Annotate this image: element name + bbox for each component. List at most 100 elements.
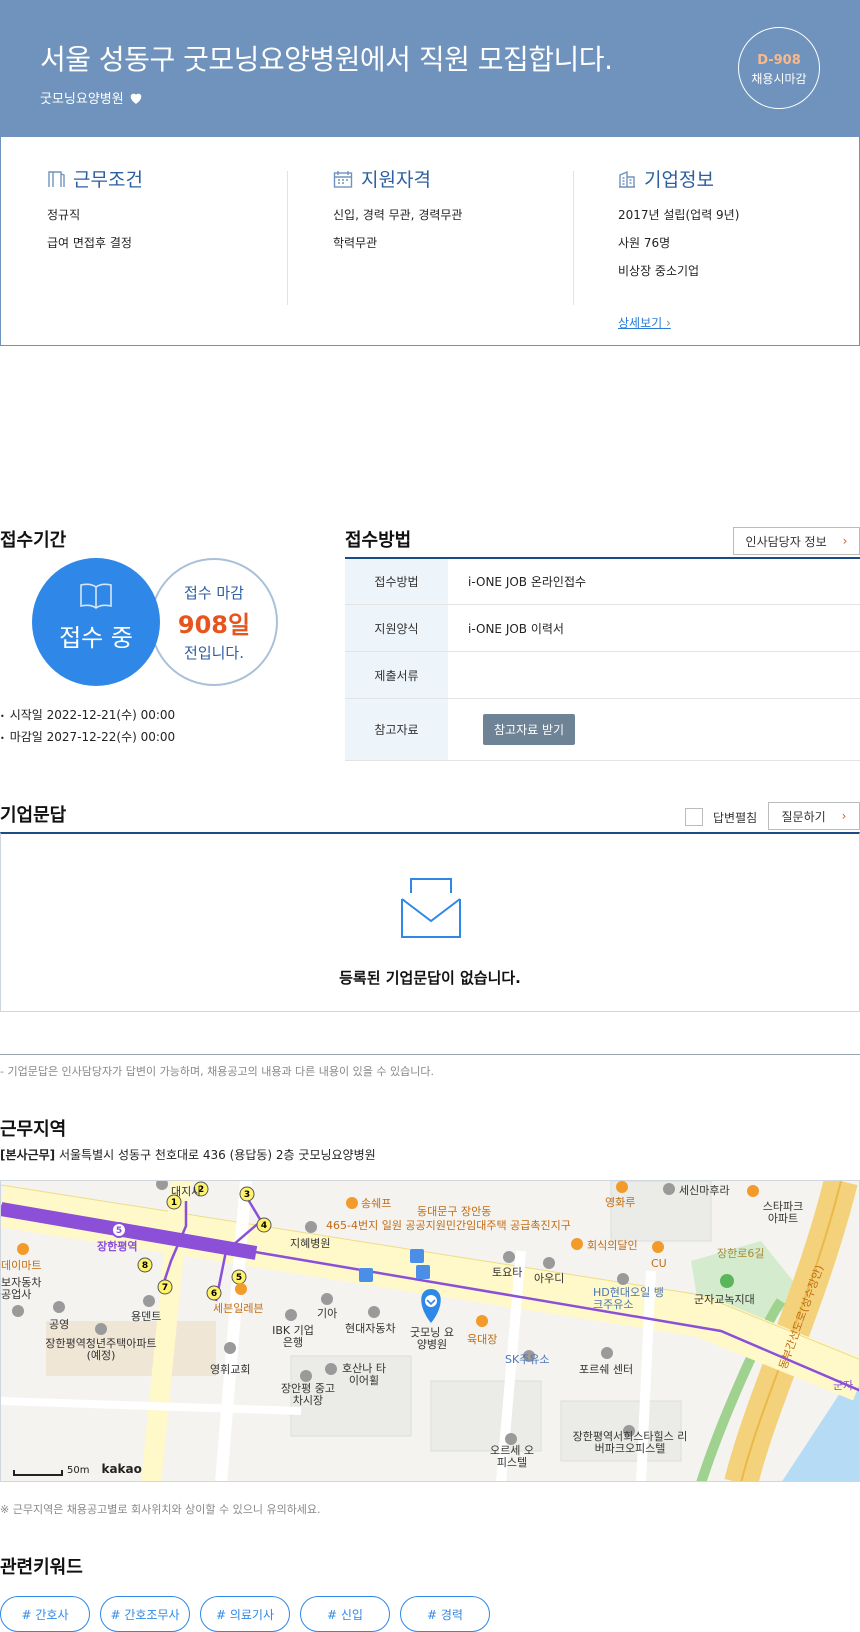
job-title: 서울 성동구 굿모닝요양병원에서 직원 모집합니다.: [40, 43, 613, 76]
map-label: 세신마후라: [679, 1184, 730, 1197]
row-key: 지원양식: [345, 605, 448, 651]
divider: [573, 171, 574, 305]
map-label: 호산나 타이어휠: [342, 1362, 386, 1387]
table-row: 참고자료 참고자료 받기: [345, 699, 860, 761]
map-label: 동대문구 장안동: [417, 1205, 492, 1218]
map-label: 대지사: [171, 1185, 202, 1198]
period-title: 접수기간: [0, 530, 67, 551]
end-date: 마감일 2027-12-22(수) 00:00: [0, 728, 175, 745]
map-labels: 장한평역 대지사 지혜병원 465-4번지 일원 공공지원민간임대주택 공급촉진…: [1, 1181, 859, 1481]
work-salary: 급여 면접후 결정: [47, 236, 132, 250]
table-row: 접수방법 i-ONE JOB 온라인접수: [345, 559, 860, 605]
hr-info-button[interactable]: 인사담당자 정보 ›: [733, 527, 860, 555]
company-employees: 사원 76명: [618, 236, 671, 250]
company-type: 비상장 중소기업: [618, 264, 700, 278]
map-label: 세븐일레븐: [213, 1302, 264, 1315]
row-value: i-ONE JOB 이력서: [468, 621, 564, 636]
deadline-label: 접수 마감: [184, 584, 244, 602]
qa-empty-message: 등록된 기업문답이 없습니다.: [339, 969, 521, 987]
chevron-right-icon: ›: [841, 809, 847, 823]
divider: [287, 171, 288, 305]
map-label: 데이마트: [1, 1259, 42, 1272]
qa-title: 기업문답: [0, 805, 67, 826]
company-name[interactable]: 굿모닝요양병원: [40, 88, 144, 107]
status-circle: 접수 중: [32, 558, 160, 686]
heart-icon[interactable]: [128, 90, 144, 106]
ask-question-button[interactable]: 질문하기 ›: [768, 802, 860, 830]
keyword-tag[interactable]: # 의료기사: [200, 1596, 290, 1632]
location-title: 근무지역: [0, 1119, 67, 1140]
deadline-circle: 접수 마감 908일 전입니다.: [150, 558, 278, 686]
map-label: HD현대오일 뱅크주유소: [593, 1286, 664, 1311]
work-conditions-label: 근무조건: [73, 169, 143, 191]
map-label: 지혜병원: [290, 1237, 331, 1250]
work-address: [본사근무] 서울특별시 성동구 천호대로 436 (용답동) 2층 굿모닝요양…: [0, 1146, 376, 1163]
map-label: 동부간선도로(성수장안): [776, 1263, 827, 1371]
company-info-label: 기업정보: [644, 169, 714, 191]
map-label: CU: [651, 1257, 667, 1270]
map-label: 보자동차 공업사: [1, 1276, 42, 1301]
summary-box: 근무조건 정규직 급여 면접후 결정 지원자격 신입, 경력 무관, 경력무관 …: [0, 137, 860, 346]
dday-count: D-908: [757, 53, 801, 68]
status-label: 접수 중: [59, 624, 133, 652]
door-icon: [48, 170, 65, 187]
keyword-tag[interactable]: # 간호사: [0, 1596, 90, 1632]
map-label: IBK 기업은행: [272, 1324, 314, 1349]
keyword-list: # 간호사 # 간호조무사 # 의료기사 # 신입 # 경력: [0, 1596, 490, 1632]
hr-info-button-label[interactable]: 인사담당자 정보: [746, 533, 827, 550]
ask-question-button-label[interactable]: 질문하기: [782, 808, 826, 825]
address-text: 서울특별시 성동구 천호대로 436 (용답동) 2층 굿모닝요양병원: [58, 1148, 376, 1162]
map-label: 토요타: [492, 1266, 523, 1279]
keyword-tag[interactable]: # 경력: [400, 1596, 490, 1632]
book-icon: [80, 583, 112, 609]
map-scale: 50m kakao: [13, 1462, 142, 1476]
row-key: 접수방법: [345, 559, 448, 604]
calendar-icon: [333, 170, 353, 188]
address-tag: [본사근무]: [0, 1148, 56, 1162]
expand-answers-label[interactable]: 답변펼침: [713, 809, 757, 826]
download-reference-button[interactable]: 참고자료 받기: [483, 714, 576, 745]
map-label: 영화루: [605, 1196, 636, 1209]
qa-note: - 기업문답은 인사담당자가 답변이 가능하며, 채용공고의 내용과 다른 내용…: [0, 1065, 434, 1078]
company-founded: 2017년 설립(업력 9년): [618, 208, 740, 222]
divider: [0, 1054, 860, 1055]
expand-answers-toggle[interactable]: 답변펼침: [685, 808, 757, 826]
map-label: 오르세 오피스텔: [490, 1444, 534, 1469]
start-date: 시작일 2022-12-21(수) 00:00: [0, 706, 175, 723]
map-label: 송쉐프: [361, 1197, 392, 1210]
row-value: [448, 652, 860, 698]
row-key: 참고자료: [345, 699, 448, 760]
expand-answers-checkbox[interactable]: [685, 808, 703, 826]
map-label: 스타파크 아파트: [762, 1200, 804, 1225]
deadline-type: 채용시마감: [751, 72, 807, 86]
map-label: 장한평역청년주택아파트 (예정): [45, 1337, 157, 1362]
period-dates: 시작일 2022-12-21(수) 00:00 마감일 2027-12-22(수…: [0, 706, 175, 750]
location-map[interactable]: 1 2 3 4 5 6 7 8 5 장한평역 대지사 지혜병원 465-4번지 …: [0, 1180, 860, 1482]
row-value: i-ONE JOB 온라인접수: [468, 575, 587, 589]
table-row: 제출서류: [345, 652, 860, 699]
table-row: 지원양식 i-ONE JOB 이력서: [345, 605, 860, 652]
map-label: 군자: [833, 1379, 854, 1392]
company-detail-link[interactable]: 상세보기 ›: [618, 314, 671, 331]
map-label: 회식의달인: [587, 1239, 638, 1252]
company-detail-link-text[interactable]: 상세보기: [618, 316, 662, 330]
qa-empty-box: 등록된 기업문답이 없습니다.: [0, 832, 860, 1012]
qualifications-title: 지원자격: [333, 165, 462, 192]
work-conditions: 근무조건 정규직 급여 면접후 결정: [47, 165, 143, 262]
keyword-tag[interactable]: # 신입: [300, 1596, 390, 1632]
chevron-right-icon: ›: [842, 534, 848, 548]
map-label: 장한평역: [97, 1240, 138, 1253]
keyword-tag[interactable]: # 간호조무사: [100, 1596, 190, 1632]
map-label: 기아: [317, 1307, 338, 1320]
work-employment-type: 정규직: [47, 208, 81, 222]
row-key: 제출서류: [345, 652, 448, 698]
qualifications-label: 지원자격: [361, 169, 431, 191]
map-provider-logo: kakao: [101, 1462, 142, 1476]
deadline-suffix: 전입니다.: [184, 644, 244, 662]
work-conditions-title: 근무조건: [47, 165, 143, 192]
company-name-text[interactable]: 굿모닝요양병원: [40, 88, 124, 107]
map-label: 용덴트: [131, 1310, 162, 1323]
map-label: 육대장: [467, 1333, 498, 1346]
map-label: 아우디: [534, 1272, 565, 1285]
qualifications: 지원자격 신입, 경력 무관, 경력무관 학력무관: [333, 165, 462, 262]
